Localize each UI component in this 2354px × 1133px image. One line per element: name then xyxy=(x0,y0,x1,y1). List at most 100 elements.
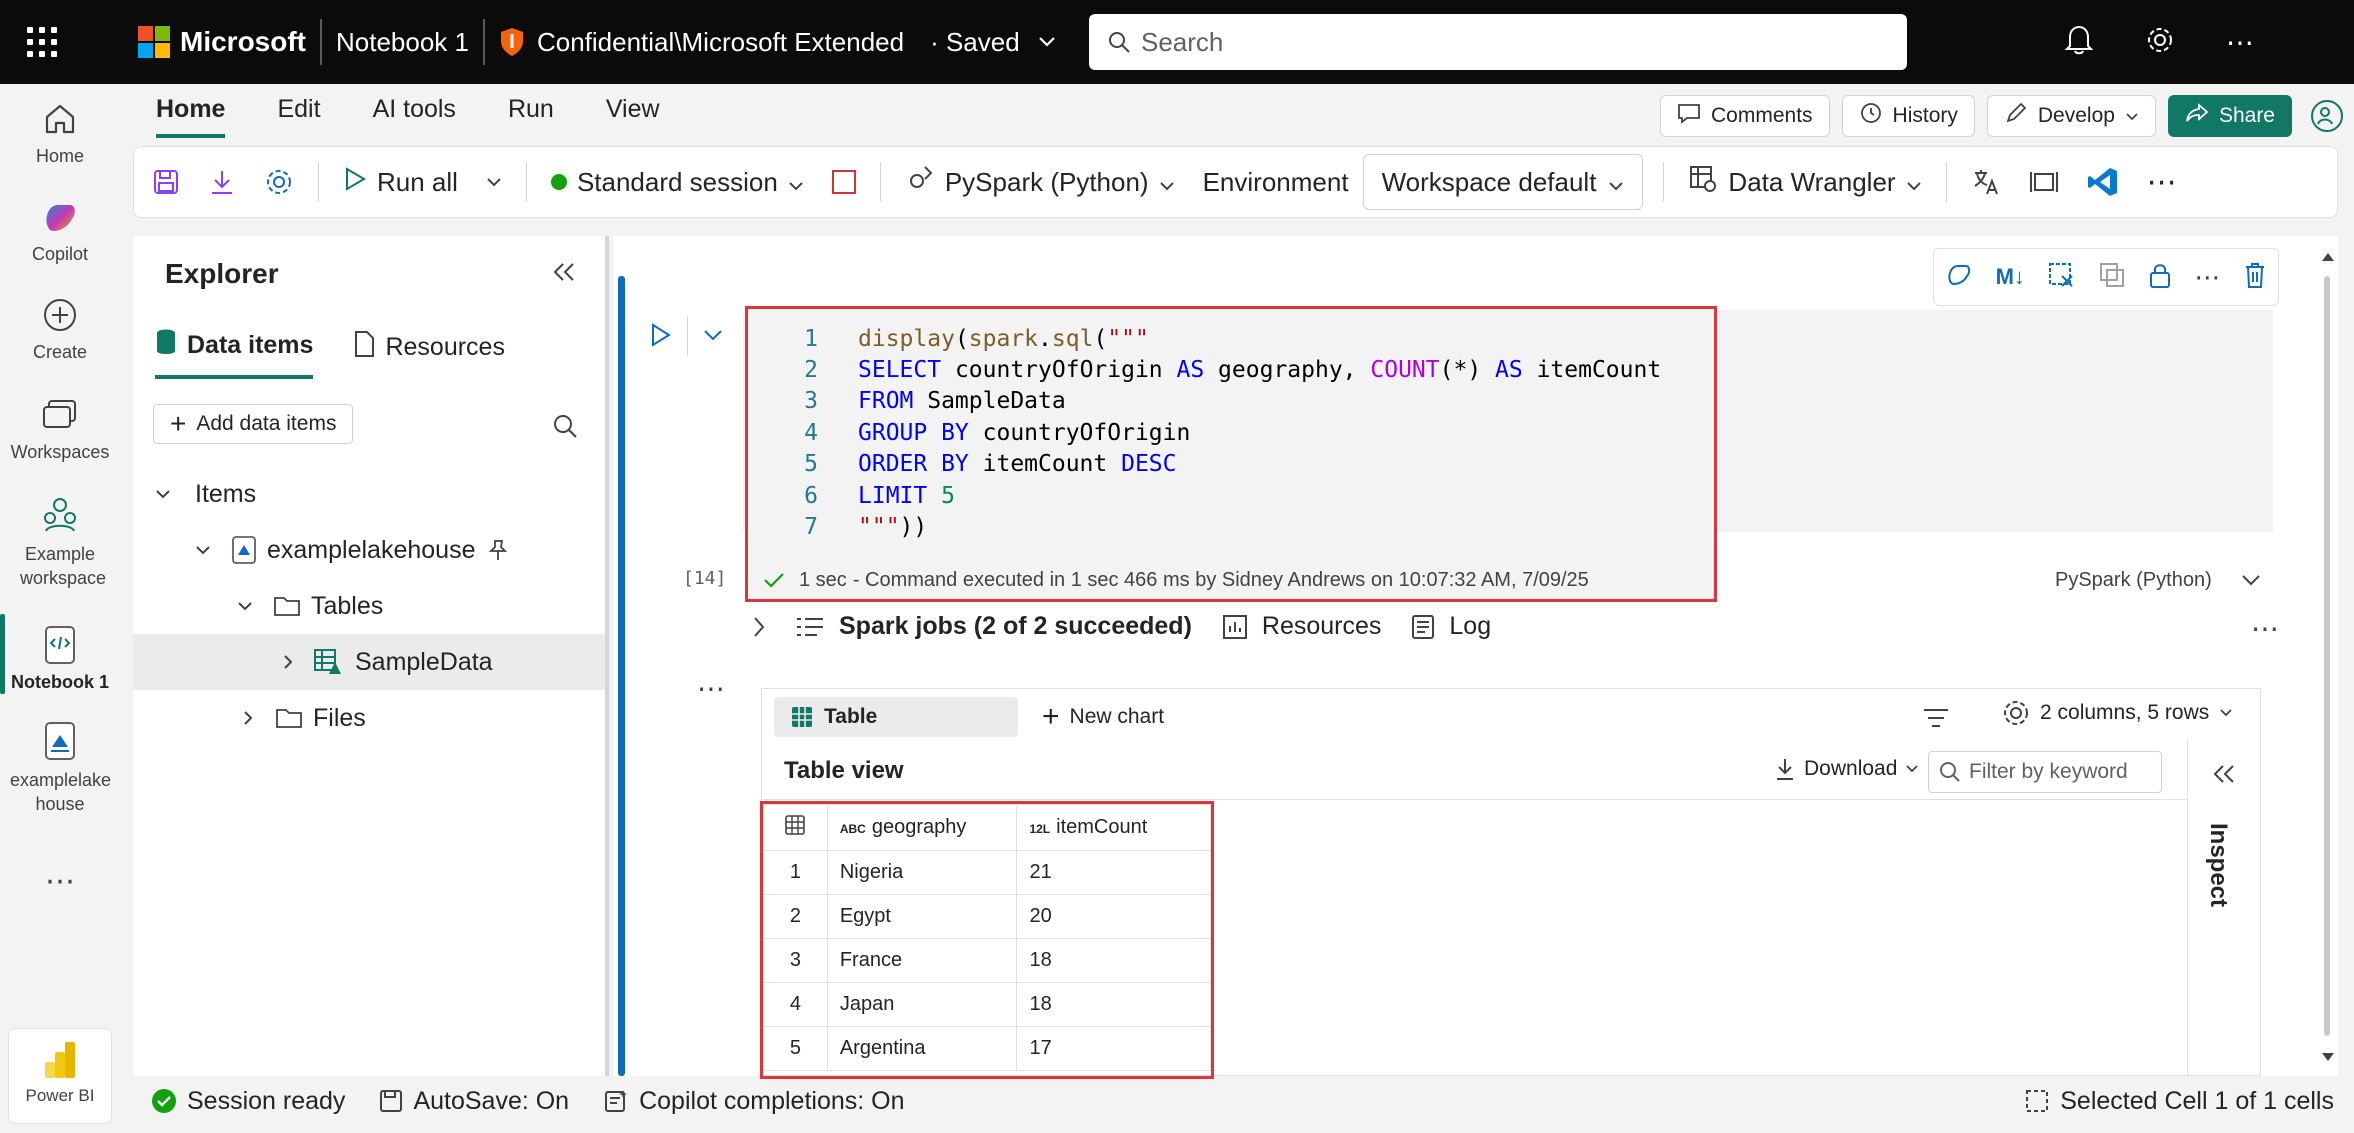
lock-icon[interactable] xyxy=(2148,261,2172,294)
download-icon[interactable] xyxy=(194,168,250,196)
cell-geography[interactable]: France xyxy=(826,938,1018,983)
more-options-icon[interactable]: ⋯ xyxy=(2226,26,2254,59)
scrollbar-thumb[interactable] xyxy=(2324,276,2330,1036)
rail-home[interactable]: Home xyxy=(0,98,120,167)
rail-powerbi[interactable]: Power BI xyxy=(8,1028,112,1124)
chevron-down-icon[interactable] xyxy=(1038,36,1056,48)
toolbar-more-icon[interactable]: ⋯ xyxy=(2133,165,2191,200)
table-row[interactable]: 2 Egypt 20 xyxy=(763,894,1211,939)
scroll-up-icon[interactable] xyxy=(2320,250,2336,268)
people-icon[interactable] xyxy=(2310,99,2344,133)
tree-lakehouse[interactable]: examplelakehouse xyxy=(133,522,605,578)
rail-workspaces[interactable]: Workspaces xyxy=(0,394,120,463)
vscode-icon[interactable] xyxy=(2073,166,2133,198)
cell-itemcount[interactable]: 20 xyxy=(1016,894,1211,939)
markdown-icon[interactable]: M↓ xyxy=(1996,264,2025,290)
scroll-down-icon[interactable] xyxy=(2320,1050,2336,1068)
app-launcher-button[interactable] xyxy=(0,0,84,84)
stop-session-button[interactable] xyxy=(818,170,870,194)
tab-resources[interactable]: Resources xyxy=(353,328,505,379)
tab-view[interactable]: View xyxy=(606,95,660,138)
tab-ai-tools[interactable]: AI tools xyxy=(373,95,456,138)
rail-copilot[interactable]: Copilot xyxy=(0,196,120,265)
columns-rows-settings[interactable]: 2 columns, 5 rows xyxy=(2002,699,2233,727)
tree-tables[interactable]: Tables xyxy=(133,578,605,634)
delete-icon[interactable] xyxy=(2243,261,2267,294)
settings-icon[interactable] xyxy=(250,167,308,197)
tab-home[interactable]: Home xyxy=(156,95,226,138)
tab-edit[interactable]: Edit xyxy=(277,95,320,138)
notebook-scrollbar[interactable] xyxy=(2318,236,2338,1076)
tree-sampledata[interactable]: SampleData xyxy=(133,634,605,690)
tree-files[interactable]: Files xyxy=(133,690,605,746)
collapse-chevron-icon[interactable] xyxy=(2241,574,2261,586)
explorer-search-icon[interactable] xyxy=(551,412,579,445)
rail-more-icon[interactable]: ⋯ xyxy=(0,864,120,899)
autosave-status[interactable]: AutoSave: On xyxy=(379,1087,569,1116)
save-icon[interactable] xyxy=(134,168,194,196)
log-tab[interactable]: Log xyxy=(1449,612,1491,641)
cell-geography[interactable]: Argentina xyxy=(826,1026,1018,1071)
resources-tab[interactable]: Resources xyxy=(1262,612,1382,641)
cell-geography[interactable]: Japan xyxy=(826,982,1018,1027)
save-state[interactable]: · Saved xyxy=(930,27,1020,58)
download-dropdown[interactable]: Download xyxy=(1774,757,1919,781)
settings-gear-icon[interactable] xyxy=(2144,24,2176,61)
copilot-cell-icon[interactable] xyxy=(1945,261,1973,294)
code-editor[interactable]: 1 display(spark.sql(""" 2 SELECT countryOf… xyxy=(745,306,1717,602)
rail-create[interactable]: Create xyxy=(0,294,120,363)
session-dropdown[interactable]: Standard session xyxy=(537,167,818,198)
copy-icon[interactable] xyxy=(2098,261,2126,294)
pin-icon[interactable] xyxy=(487,538,509,562)
history-button[interactable]: History xyxy=(1841,95,1975,137)
microsoft-logo[interactable]: Microsoft xyxy=(138,26,306,58)
table-row[interactable]: 5 Argentina 17 xyxy=(763,1026,1211,1071)
expand-inspect-icon[interactable] xyxy=(2212,763,2236,785)
data-wrangler-dropdown[interactable]: Data Wrangler xyxy=(1674,164,1935,201)
new-chart-button[interactable]: + New chart xyxy=(1042,697,1164,737)
sensitivity-shield-icon[interactable] xyxy=(499,27,525,57)
clear-output-icon[interactable] xyxy=(2047,261,2075,294)
tab-run[interactable]: Run xyxy=(508,95,554,138)
tree-items[interactable]: Items xyxy=(133,466,605,522)
filter-lines-icon[interactable] xyxy=(1922,707,1950,729)
rail-lakehouse[interactable]: examplelake house xyxy=(0,720,120,816)
table-row[interactable]: 3 France 18 xyxy=(763,938,1211,983)
develop-button[interactable]: Develop xyxy=(1986,95,2156,137)
run-options-chevron-icon[interactable] xyxy=(472,177,516,187)
cell-itemcount[interactable]: 21 xyxy=(1016,850,1211,895)
cell-itemcount[interactable]: 18 xyxy=(1016,982,1211,1027)
inspect-label[interactable]: Inspect xyxy=(2204,823,2232,907)
filter-keyword-input[interactable]: Filter by keyword xyxy=(1928,751,2162,793)
collapse-panel-icon[interactable] xyxy=(551,260,577,289)
copilot-completions-status[interactable]: Copilot completions: On xyxy=(603,1087,905,1116)
cell-more-icon[interactable]: ⋯ xyxy=(2194,262,2220,293)
environment-dropdown[interactable]: Workspace default xyxy=(1362,154,1644,210)
table-row[interactable]: 1 Nigeria 21 xyxy=(763,850,1211,895)
session-status[interactable]: Session ready xyxy=(151,1087,345,1116)
run-all-button[interactable]: Run all xyxy=(329,166,472,199)
sensitivity-label[interactable]: Confidential\Microsoft Extended xyxy=(537,27,904,58)
cell-itemcount[interactable]: 18 xyxy=(1016,938,1211,983)
table-row[interactable]: 4 Japan 18 xyxy=(763,982,1211,1027)
expand-chevron-icon[interactable] xyxy=(753,616,765,638)
focus-mode-icon[interactable] xyxy=(2015,170,2073,194)
tab-data-items[interactable]: Data items xyxy=(155,328,314,379)
translate-icon[interactable] xyxy=(1957,167,2015,197)
spark-jobs-label[interactable]: Spark jobs (2 of 2 succeeded) xyxy=(839,612,1192,641)
column-header-geography[interactable]: ABC geography xyxy=(826,804,1018,851)
column-header-itemcount[interactable]: 12L itemCount xyxy=(1016,804,1211,851)
search-input[interactable]: Search xyxy=(1089,14,1907,70)
cell-language[interactable]: PySpark (Python) xyxy=(2055,569,2212,592)
add-data-items-button[interactable]: + Add data items xyxy=(153,404,354,444)
language-dropdown[interactable]: PySpark (Python) xyxy=(891,164,1189,201)
notifications-bell-icon[interactable] xyxy=(2064,24,2094,61)
run-cell-icon[interactable] xyxy=(649,322,673,353)
rail-example-workspace[interactable]: Example workspace xyxy=(0,494,120,590)
run-options-chevron-icon[interactable] xyxy=(703,328,723,346)
comments-button[interactable]: Comments xyxy=(1660,95,1830,137)
share-button[interactable]: Share xyxy=(2167,95,2292,137)
notebook-name[interactable]: Notebook 1 xyxy=(336,27,469,58)
cell-geography[interactable]: Nigeria xyxy=(826,850,1018,895)
cell-side-more-icon[interactable]: ⋯ xyxy=(697,672,725,705)
